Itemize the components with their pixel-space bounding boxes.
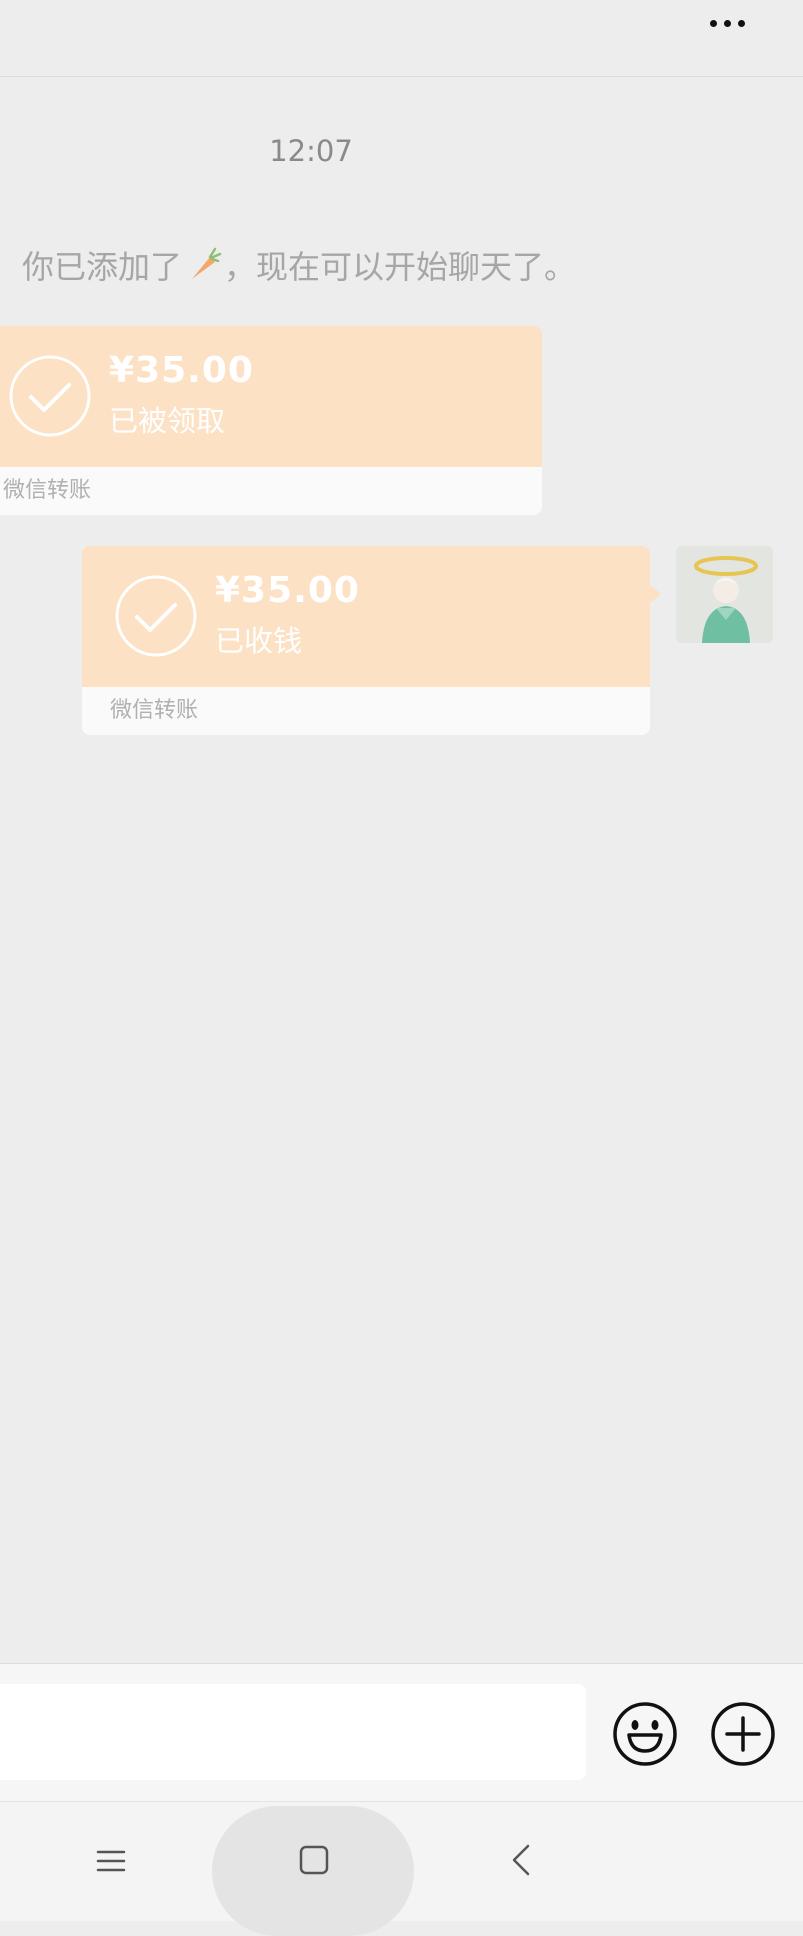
more-horizontal-icon [709,19,717,27]
back-chevron-icon[interactable] [506,1844,536,1876]
home-square-icon[interactable] [299,1845,329,1875]
transfer-card-sent[interactable]: ¥35.00 已收钱 微信转账 [82,546,650,735]
transfer-footer: 微信转账 [82,687,650,735]
more-horizontal-icon [723,19,731,27]
more-horizontal-icon [737,19,745,27]
check-circle-icon [115,575,197,657]
message-input[interactable] [0,1684,586,1780]
transfer-card-body: ¥35.00 已收钱 [82,546,650,687]
transfer-card-received[interactable]: ¥35.00 已被领取 微信转账 [0,326,542,515]
system-message: 你已添加了 ，现在可以开始聊天了。 [22,242,576,288]
transfer-card-body: ¥35.00 已被领取 [0,326,542,467]
emoji-smile-icon[interactable] [612,1701,678,1767]
check-circle-icon [9,355,91,437]
transfer-amount: ¥35.00 [109,350,254,391]
system-navigation-bar [0,1801,803,1936]
carrot-emoji-icon [192,247,222,279]
menu-icon[interactable] [96,1846,126,1876]
chat-header [0,0,803,77]
transfer-status: 已收钱 [215,624,303,658]
input-bar [0,1663,803,1802]
bubble-tail [649,584,661,604]
avatar[interactable] [676,546,773,643]
more-options-button[interactable] [697,8,757,38]
transfer-amount: ¥35.00 [215,570,360,611]
avatar-image [676,546,773,643]
message-timestamp: 12:07 [269,134,353,168]
transfer-footer: 微信转账 [0,467,542,515]
transfer-status: 已被领取 [109,404,226,438]
system-message-text-before: 你已添加了 [22,248,183,286]
plus-circle-icon[interactable] [710,1701,776,1767]
system-message-text-after: ，现在可以开始聊天了。 [224,248,577,286]
